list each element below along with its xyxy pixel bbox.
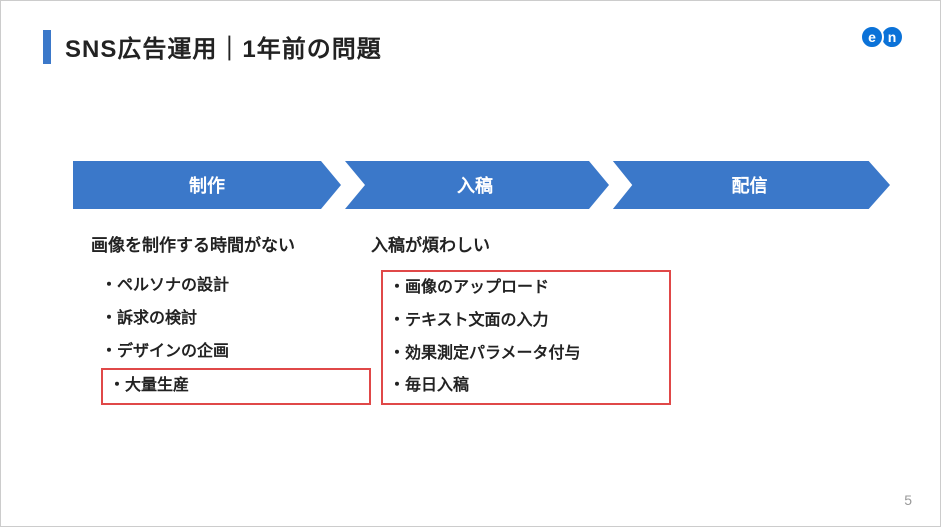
content-columns: 画像を制作する時間がない ・ペルソナの設計 ・訴求の検討 ・デザインの企画 ・大… <box>91 231 880 405</box>
flow-step-label: 入稿 <box>457 172 493 198</box>
title-accent-bar <box>43 30 51 64</box>
list-item: ・画像のアップロード <box>389 272 663 305</box>
list-item: ・大量生産 <box>109 370 363 403</box>
highlight-box: ・画像のアップロード ・テキスト文面の入力 ・効果測定パラメータ付与 ・毎日入稿 <box>381 270 671 405</box>
flow-step-label: 配信 <box>732 172 768 198</box>
flow-step-produce: 制作 <box>73 161 341 209</box>
list-item: ・毎日入稿 <box>389 370 663 403</box>
list-item: ・デザインの企画 <box>101 336 371 369</box>
column-produce: 画像を制作する時間がない ・ペルソナの設計 ・訴求の検討 ・デザインの企画 ・大… <box>91 231 371 405</box>
page-number: 5 <box>904 492 912 508</box>
item-list: ・ペルソナの設計 ・訴求の検討 ・デザインの企画 ・大量生産 <box>91 270 371 405</box>
list-item: ・訴求の検討 <box>101 303 371 336</box>
item-list: ・画像のアップロード ・テキスト文面の入力 ・効果測定パラメータ付与 ・毎日入稿 <box>371 270 671 405</box>
highlight-box: ・大量生産 <box>101 368 371 405</box>
brand-logo: e n <box>860 25 904 49</box>
slide: SNS広告運用｜1年前の問題 e n 制作 入稿 配信 画像を制作する時間がない… <box>0 0 941 527</box>
column-heading: 入稿が煩わしい <box>371 231 671 256</box>
column-submit: 入稿が煩わしい ・画像のアップロード ・テキスト文面の入力 ・効果測定パラメータ… <box>371 231 671 405</box>
flow-step-deliver: 配信 <box>609 161 890 209</box>
column-heading: 画像を制作する時間がない <box>91 231 371 256</box>
slide-title: SNS広告運用｜1年前の問題 <box>65 29 382 64</box>
title-bar: SNS広告運用｜1年前の問題 <box>43 29 382 64</box>
flow-step-label: 制作 <box>189 172 225 198</box>
list-item: ・テキスト文面の入力 <box>389 305 663 338</box>
list-item: ・ペルソナの設計 <box>101 270 371 303</box>
process-flow: 制作 入稿 配信 <box>73 161 890 209</box>
logo-letter-e: e <box>860 25 884 49</box>
list-item: ・効果測定パラメータ付与 <box>389 338 663 371</box>
flow-step-submit: 入稿 <box>341 161 609 209</box>
